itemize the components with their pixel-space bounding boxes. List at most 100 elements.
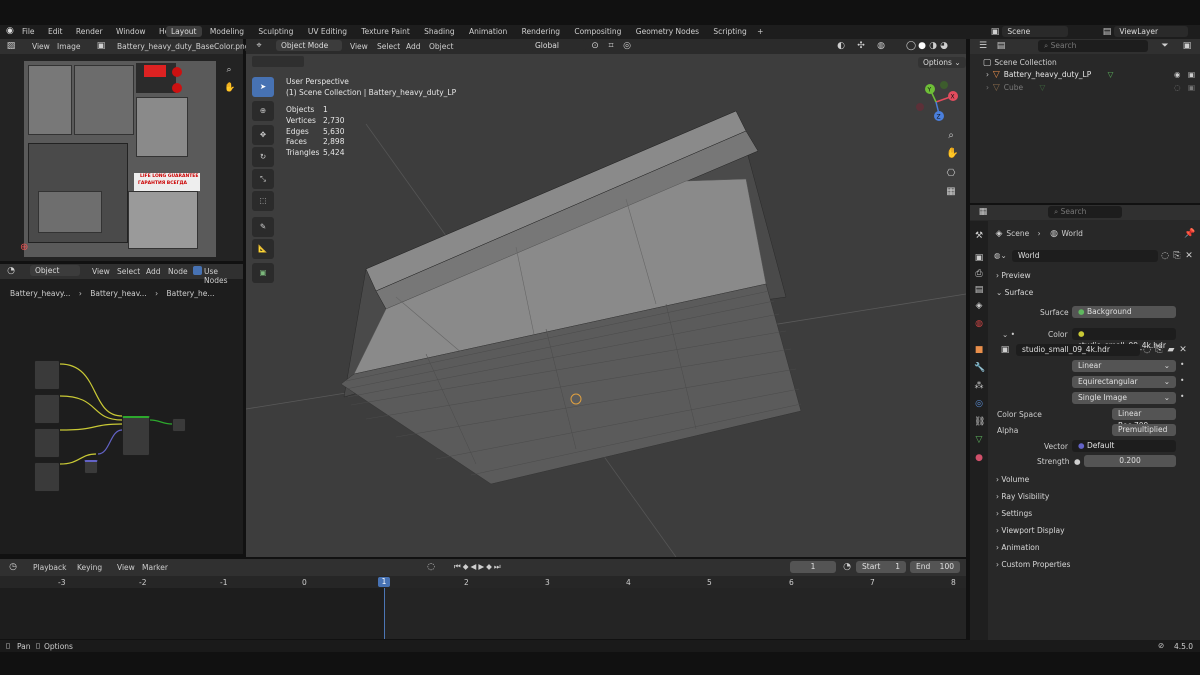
animation-panel-header[interactable]: › Animation [996,540,1200,556]
scene-tab-icon[interactable]: ◈ [974,301,984,311]
tab-sculpting[interactable]: Sculpting [258,27,293,36]
editor-type-icon[interactable]: ▦ [978,207,988,217]
image-texture-node[interactable] [34,360,60,390]
projection-dropdown[interactable]: Equirectangular ⌄ [1072,376,1176,388]
playhead-indicator[interactable]: 1 [378,577,390,587]
object-tab-icon[interactable]: ■ [974,345,984,355]
filter-icon[interactable]: ⏷ [1160,41,1170,51]
tab-layout[interactable]: Layout [166,26,202,37]
preview-panel-header[interactable]: › Preview [996,268,1200,284]
editor-type-icon[interactable]: ☰ [978,41,988,51]
pin-icon[interactable]: 📌 [1184,229,1195,239]
world-name-field[interactable]: World [1012,250,1158,262]
expand-arrow-icon[interactable]: › [986,83,989,92]
expand-arrow-icon[interactable]: › [986,70,989,79]
scene-collection-row[interactable]: ▢ Scene Collection [982,58,1057,68]
end-frame-field[interactable]: End 100 [910,561,960,573]
material-output-node[interactable] [172,418,186,432]
fake-user-icon[interactable]: ◌ [1160,251,1170,261]
zoom-icon[interactable]: ⌕ [224,65,234,75]
navigation-gizmo[interactable]: X Y Z [906,77,966,127]
jump-start-icon[interactable]: ⏮ [454,562,463,571]
frame-ruler[interactable]: -3 -2 -1 0 1 2 3 4 5 6 7 8 [0,576,966,588]
normal-map-node[interactable] [84,460,98,474]
duplicate-icon[interactable]: ⎘ [1172,251,1182,261]
menu-image[interactable]: Image [57,42,81,51]
fake-user-icon[interactable]: ◌ [1142,345,1152,355]
menu-keying[interactable]: Keying [77,563,102,572]
viewlayer-selector[interactable]: ▤ ViewLayer [1102,26,1189,37]
tab-uv-editing[interactable]: UV Editing [308,27,347,36]
3d-viewport[interactable]: ⌖ Object Mode View Select Add Object Glo… [246,39,966,557]
vector-input-field[interactable]: ● Default [1072,440,1176,452]
modifier-tab-icon[interactable]: 🔧 [974,363,985,373]
image-name-field[interactable]: Battery_heavy_duty_BaseColor.png [117,42,250,51]
menu-view[interactable]: View [117,563,135,572]
prev-keyframe-icon[interactable]: ◆ [463,562,471,571]
shader-type-dropdown[interactable]: Object [30,265,80,276]
output-tab-icon[interactable]: ⎙ [974,269,984,279]
source-dropdown[interactable]: Single Image ⌄ [1072,392,1176,404]
tab-compositing[interactable]: Compositing [574,27,621,36]
pan-hand-icon[interactable]: ✋ [946,149,958,159]
outliner-row[interactable]: › ▽ Cube ▽ ◌ ▣ [986,83,1200,93]
next-keyframe-icon[interactable]: ◆ [486,562,494,571]
jump-end-icon[interactable]: ⏭ [494,562,503,571]
image-texture-node[interactable] [34,394,60,424]
play-icon[interactable]: ▶ [478,562,486,571]
visibility-eye-icon[interactable]: ◌ [1174,83,1181,92]
image-texture-node[interactable] [34,428,60,458]
world-tab-icon[interactable]: ◍ [974,319,984,329]
editor-type-icon[interactable]: ◔ [6,266,16,276]
material-tab-icon[interactable]: ● [974,453,984,463]
menu-marker[interactable]: Marker [142,563,168,572]
world-browse-icon[interactable]: ◍⌄ [994,251,1007,260]
start-frame-field[interactable]: Start 1 [856,561,906,573]
menu-select[interactable]: Select [117,267,140,276]
physics-tab-icon[interactable]: ◎ [974,399,984,409]
duplicate-icon[interactable]: ⎘ [1154,345,1164,355]
image-browse-icon[interactable]: ▣ [96,41,106,51]
viewlayer-name[interactable]: ViewLayer [1114,26,1189,37]
surface-shader-field[interactable]: ● Background [1072,306,1176,318]
perspective-toggle-icon[interactable]: ▦ [946,187,956,197]
breadcrumb-object[interactable]: Battery_heavy... [10,289,70,298]
viewport-display-panel-header[interactable]: › Viewport Display [996,523,1200,539]
interpolation-dropdown[interactable]: Linear ⌄ [1072,360,1176,372]
current-frame-field[interactable]: 1 [790,561,836,573]
render-tab-icon[interactable]: ▣ [974,253,984,263]
menu-node[interactable]: Node [168,267,188,276]
custom-properties-panel-header[interactable]: › Custom Properties [996,557,1200,573]
2d-cursor-icon[interactable]: ⊕ [20,242,28,253]
tab-geometry-nodes[interactable]: Geometry Nodes [636,27,699,36]
blender-logo-icon[interactable]: ◉ [6,26,14,36]
tab-shading[interactable]: Shading [424,27,454,36]
scene-selector[interactable]: ▣ Scene [990,26,1069,37]
new-collection-icon[interactable]: ▣ [1182,41,1192,51]
auto-keying-icon[interactable]: ◌ [426,562,436,572]
color-input-field[interactable]: ● studio_small_09_4k.hdr [1072,328,1176,350]
image-browse-icon[interactable]: ▣ [1000,345,1010,355]
render-camera-icon[interactable]: ▣ [1188,70,1195,79]
render-camera-icon[interactable]: ▣ [1188,83,1195,92]
menu-view[interactable]: View [92,267,110,276]
camera-view-icon[interactable]: ⎔ [946,169,956,179]
data-tab-icon[interactable]: ▽ [974,435,984,445]
unlink-icon[interactable]: ✕ [1178,345,1188,355]
menu-playback[interactable]: Playback [33,563,66,572]
display-mode-icon[interactable]: ▤ [996,41,1006,51]
tab-modeling[interactable]: Modeling [210,27,244,36]
strength-slider[interactable]: 0.200 [1084,455,1176,467]
editor-type-icon[interactable]: ◷ [8,562,18,572]
image-texture-node[interactable] [34,462,60,492]
add-workspace-button[interactable]: + [757,27,763,36]
color-expand-icon[interactable]: ⌄ • [1002,330,1015,339]
menu-view[interactable]: View [32,42,50,51]
tool-tab-icon[interactable]: ⚒ [974,231,984,241]
unlink-icon[interactable]: ✕ [1184,251,1194,261]
breadcrumb-mesh[interactable]: Battery_heav... [90,289,146,298]
outliner-row[interactable]: › ▽ Battery_heavy_duty_LP ▽ ◉ ▣ [986,70,1200,80]
open-folder-icon[interactable]: ▰ [1166,345,1176,355]
tab-scripting[interactable]: Scripting [713,27,746,36]
image-name-field[interactable]: studio_small_09_4k.hdr [1016,344,1140,356]
